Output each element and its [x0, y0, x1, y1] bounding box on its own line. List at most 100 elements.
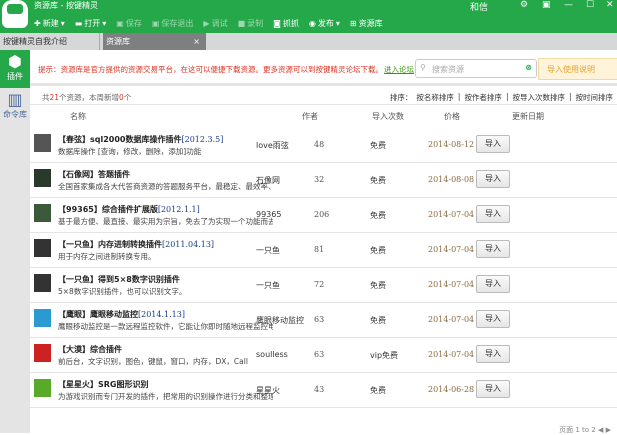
plugin-name[interactable]: 【大漠】综合插件 — [58, 344, 122, 355]
update-date: 2014-07-04 — [428, 245, 475, 254]
table-row: 【99365】综合插件扩展版[2012.1.1] 基于最方便、最直接、最实用为宗… — [30, 198, 617, 233]
forum-link[interactable]: 进入论坛 — [384, 64, 414, 75]
cube-icon: ⬢ — [8, 52, 22, 71]
plugin-price: 免费 — [370, 141, 386, 150]
import-count: 63 — [314, 350, 325, 359]
update-date: 2014-07-04 — [428, 350, 475, 359]
update-date: 2014-08-12 — [428, 140, 475, 149]
plugin-icon — [34, 169, 51, 187]
plugin-author: 一只鱼 — [256, 246, 280, 255]
plugin-price: 免费 — [370, 246, 386, 255]
search-icon: ⚲ — [420, 63, 426, 72]
sidebar-item-commands[interactable]: ▥ 命令库 — [0, 90, 30, 126]
plugin-name[interactable]: 【春弦】sql2000数据库操作插件[2012.3.5] — [58, 134, 223, 145]
sort-by-imports[interactable]: 按导入次数排序 — [512, 92, 565, 103]
plugin-price: vip免费 — [370, 351, 399, 360]
plugin-price: 免费 — [370, 316, 386, 325]
save-button[interactable]: ▣ 保存 — [116, 18, 142, 29]
plugin-price: 免费 — [370, 211, 386, 220]
update-date: 2014-08-08 — [428, 175, 475, 184]
plugin-name[interactable]: 【鹰眼】鹰眼移动监控[2014.1.13] — [58, 309, 185, 320]
plugin-price: 免费 — [370, 281, 386, 290]
import-count: 63 — [314, 315, 325, 324]
settings-icon[interactable]: ⚙ — [520, 0, 528, 10]
import-guide-button[interactable]: 导入使用说明 — [538, 58, 617, 80]
sort-by-author[interactable]: 按作者排序 — [464, 92, 502, 103]
import-count: 48 — [314, 140, 325, 149]
open-button[interactable]: ▬ 打开 ▾ — [75, 18, 107, 29]
import-button[interactable]: 导入 — [476, 275, 510, 293]
plugin-icon — [34, 134, 51, 152]
plugin-description: 为游戏识别而专门开发的插件，把常用的识别操作进行分类和整理， — [58, 392, 273, 401]
publish-button[interactable]: ◉ 发布 ▾ — [309, 18, 340, 29]
library-button[interactable]: ⊞ 资源库 — [350, 18, 383, 29]
window-title: 资源库 - 按键精灵 — [34, 1, 98, 10]
plugin-description: 5×8数字识别插件，也可以识别文字。 — [58, 287, 187, 296]
plugin-author: soulless — [256, 350, 288, 359]
table-row: 【一只鱼】内存进制转换插件[2011.04.13] 用于内存之间进制转换专用。 … — [30, 233, 617, 268]
skin-icon[interactable]: ▣ — [542, 0, 551, 10]
tab-bar: 按键精灵自我介绍 资源库 × — [0, 33, 617, 50]
plugin-description: 全国首家集成各大代答商资源的答题服务平台，最稳定、最效率、性 — [58, 182, 273, 191]
plugin-description: 基于最方便、最直接、最实用为宗旨，免去了为实现一个功能而去写 — [58, 217, 273, 226]
save-exit-button[interactable]: ▣ 保存退出 — [152, 18, 194, 29]
import-button[interactable]: 导入 — [476, 310, 510, 328]
import-count: 43 — [314, 385, 325, 394]
sort-options: 排序： 按名称排序 | 按作者排序 | 按导入次数排序 | 按时间排序 — [389, 92, 614, 103]
tab-close-icon[interactable]: × — [193, 33, 200, 50]
update-date: 2014-07-04 — [428, 210, 475, 219]
plugin-icon — [34, 344, 51, 362]
debug-button[interactable]: ▶ 调试 — [203, 18, 227, 29]
plugin-description: 鹰眼移动监控是一款远程监控软件，它能让你即时随地远程监控电 — [58, 322, 273, 331]
import-count: 72 — [314, 280, 325, 289]
table-row: 【石像网】答题插件 全国首家集成各大代答商资源的答题服务平台，最稳定、最效率、性… — [30, 163, 617, 198]
plugin-name[interactable]: 【星星火】SRG图形识别 — [58, 379, 149, 390]
plugin-description: 用于内存之间进制转换专用。 — [58, 252, 156, 261]
user-name[interactable]: 和信 — [470, 0, 488, 13]
pagination: 页面 1 to 2 ◀ ▶ — [559, 426, 611, 434]
resource-count: 共21个资源，本周新增0个 — [42, 93, 132, 102]
tab-intro[interactable]: 按键精灵自我介绍 — [0, 33, 100, 50]
plugin-author: 星星火 — [256, 386, 280, 395]
plugin-author: 鹰眼移动监控 — [256, 316, 304, 325]
clear-search-icon[interactable]: ⊗ — [525, 63, 532, 72]
plugin-author: love雨弦 — [256, 141, 289, 150]
import-button[interactable]: 导入 — [476, 240, 510, 258]
record-button[interactable]: ■ 录制 — [238, 18, 264, 29]
tab-library[interactable]: 资源库 × — [103, 33, 206, 50]
notice-message: 提示：资源库是官方提供的资源交易平台，在这可以便捷下载资源。更多资源可以到按键精… — [38, 65, 383, 74]
table-row: 【大漠】综合插件 前后台，文字识别，图色，键鼠，窗口，内存，DX，Call so… — [30, 338, 617, 373]
import-button[interactable]: 导入 — [476, 205, 510, 223]
capture-button[interactable]: ◙ 抓抓 — [273, 18, 299, 29]
sort-by-name[interactable]: 按名称排序 — [416, 92, 454, 103]
plugin-author: 一只鱼 — [256, 281, 280, 290]
maximize-button[interactable]: ☐ — [586, 0, 594, 10]
import-button[interactable]: 导入 — [476, 170, 510, 188]
import-button[interactable]: 导入 — [476, 380, 510, 398]
sort-by-time[interactable]: 按时间排序 — [576, 92, 614, 103]
table-header: 名称 作者 导入次数 价格 更新日期 — [30, 104, 617, 128]
table-row: 【鹰眼】鹰眼移动监控[2014.1.13] 鹰眼移动监控是一款远程监控软件，它能… — [30, 303, 617, 338]
plugin-name[interactable]: 【石像网】答题插件 — [58, 169, 130, 180]
import-button[interactable]: 导入 — [476, 345, 510, 363]
plugin-icon — [34, 309, 51, 327]
import-count: 32 — [314, 175, 325, 184]
update-date: 2014-06-28 — [428, 385, 475, 394]
plugin-icon — [34, 239, 51, 257]
title-bar: 资源库 - 按键精灵 和信 ⚙ ▣ — ☐ ✕ ✚ 新建 ▾ ▬ 打开 ▾ ▣ … — [0, 0, 617, 33]
update-date: 2014-07-04 — [428, 315, 475, 324]
plugin-icon — [34, 379, 51, 397]
plugin-name[interactable]: 【一只鱼】得到5×8数字识别插件 — [58, 274, 180, 285]
table-row: 【春弦】sql2000数据库操作插件[2012.3.5] 数据库操作 [查询，修… — [30, 128, 617, 163]
sidebar-item-plugins[interactable]: ⬢ 插件 — [0, 50, 30, 88]
search-input[interactable]: ⚲ 搜索资源 ⊗ — [415, 59, 537, 78]
minimize-button[interactable]: — — [564, 0, 573, 10]
import-button[interactable]: 导入 — [476, 135, 510, 153]
plugin-name[interactable]: 【一只鱼】内存进制转换插件[2011.04.13] — [58, 239, 214, 250]
close-button[interactable]: ✕ — [606, 0, 614, 10]
new-button[interactable]: ✚ 新建 ▾ — [34, 18, 65, 29]
update-date: 2014-07-04 — [428, 280, 475, 289]
plugin-description: 数据库操作 [查询，修改，删除，添加]功能 — [58, 147, 202, 156]
plugin-name[interactable]: 【99365】综合插件扩展版[2012.1.1] — [58, 204, 200, 215]
plugin-author: 99365 — [256, 210, 282, 219]
